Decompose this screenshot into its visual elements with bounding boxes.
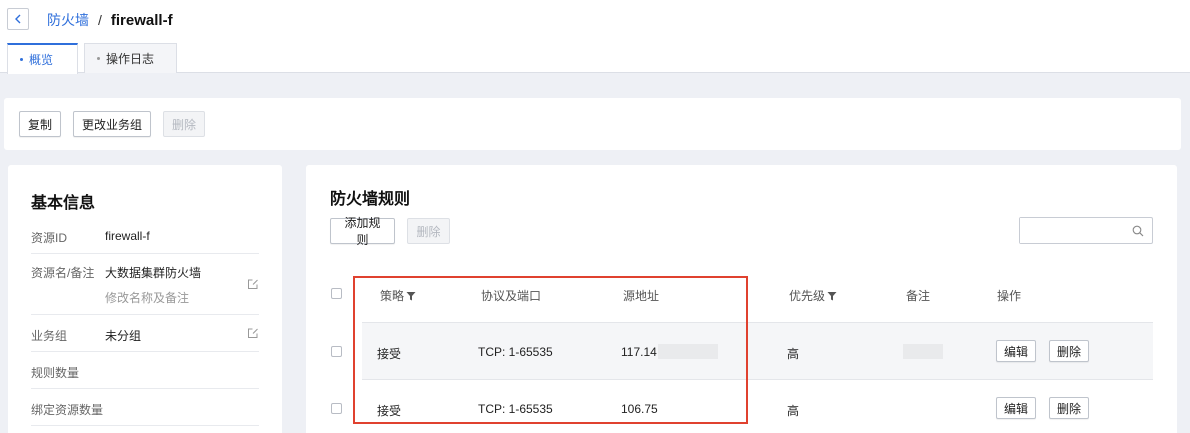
info-label: 绑定资源数量 — [31, 403, 104, 417]
column-header-priority[interactable]: 优先级 — [789, 287, 837, 304]
cell-priority: 高 — [787, 347, 800, 361]
copy-button[interactable]: 复制 — [19, 111, 61, 137]
cell-protocol: TCP: 1-65535 — [478, 345, 553, 359]
row-checkbox[interactable] — [331, 403, 342, 414]
column-header-source: 源地址 — [623, 287, 659, 304]
tab-overview-label: 概览 — [29, 53, 54, 67]
tab-dot-icon — [97, 57, 100, 60]
change-group-button[interactable]: 更改业务组 — [73, 111, 151, 137]
rules-title: 防火墙规则 — [330, 191, 411, 208]
tab-dot-icon — [20, 58, 23, 61]
rule-search-box[interactable] — [1019, 217, 1153, 244]
filter-icon[interactable] — [406, 291, 416, 301]
row-checkbox[interactable] — [331, 346, 342, 357]
breadcrumb-current: firewall-f — [110, 11, 173, 29]
back-button[interactable] — [7, 8, 29, 30]
redacted-area — [658, 344, 718, 359]
cell-protocol: TCP: 1-65535 — [478, 402, 553, 416]
info-label: 资源ID — [31, 231, 68, 245]
column-header-policy-label: 策略 — [380, 289, 405, 303]
rule-search-input[interactable] — [1020, 218, 1128, 243]
column-header-source-label: 源地址 — [623, 289, 660, 303]
filter-icon[interactable] — [827, 291, 837, 301]
column-header-protocol: 协议及端口 — [481, 287, 541, 304]
breadcrumb-firewall-link[interactable]: 防火墙 — [47, 10, 89, 30]
chevron-left-icon — [15, 14, 21, 24]
breadcrumb: 防火墙 / firewall-f — [47, 10, 173, 30]
add-rule-button[interactable]: 添加规则 — [330, 216, 395, 247]
info-row-resource-id: 资源ID firewall-f — [31, 219, 259, 254]
info-row-rule-count: 规则数量 — [31, 352, 259, 389]
edit-icon[interactable] — [247, 327, 259, 339]
select-all-checkbox[interactable] — [331, 288, 342, 299]
info-sub-hint: 修改名称及备注 — [105, 291, 190, 305]
cell-policy: 接受 — [377, 347, 402, 361]
delete-button: 删除 — [163, 111, 205, 137]
cell-source: 117.14 — [621, 345, 657, 359]
info-value: 未分组 — [105, 329, 142, 343]
cell-priority: 高 — [787, 404, 800, 418]
delete-row-button[interactable]: 删除 — [1049, 340, 1090, 362]
tab-operation-log-label: 操作日志 — [106, 52, 155, 66]
redacted-area — [903, 344, 943, 359]
edit-rule-button[interactable]: 编辑 — [996, 340, 1037, 362]
info-row-business-group: 业务组 未分组 — [31, 315, 259, 352]
info-row-resource-name: 资源名/备注 大数据集群防火墙 修改名称及备注 — [31, 254, 259, 315]
basic-info-title: 基本信息 — [31, 195, 96, 212]
info-value: 大数据集群防火墙 — [105, 266, 202, 280]
tab-operation-log[interactable]: 操作日志 — [84, 43, 177, 73]
search-icon[interactable] — [1132, 225, 1144, 237]
delete-row-button[interactable]: 删除 — [1049, 397, 1090, 419]
edit-rule-button[interactable]: 编辑 — [996, 397, 1037, 419]
basic-info-panel: 基本信息 资源ID firewall-f 资源名/备注 大数据集群防火墙 修改名… — [8, 165, 282, 433]
tab-overview[interactable]: 概览 — [7, 43, 78, 74]
top-bar: 防火墙 / firewall-f 概览 操作日志 — [0, 0, 1190, 74]
column-header-ops: 操作 — [997, 287, 1021, 304]
delete-rule-button: 删除 — [407, 218, 450, 244]
column-header-policy[interactable]: 策略 — [380, 287, 416, 304]
info-label: 规则数量 — [31, 366, 80, 380]
info-label: 业务组 — [31, 329, 68, 343]
column-header-ops-label: 操作 — [997, 289, 1022, 303]
cell-policy: 接受 — [377, 404, 402, 418]
info-row-bound-resources: 绑定资源数量 — [31, 389, 259, 426]
cell-source: 106.75 — [621, 402, 658, 416]
column-header-protocol-label: 协议及端口 — [481, 289, 542, 303]
action-toolbar: 复制 更改业务组 删除 — [4, 98, 1181, 150]
edit-icon[interactable] — [247, 278, 259, 290]
breadcrumb-separator: / — [98, 12, 102, 28]
column-header-note: 备注 — [906, 287, 930, 304]
column-header-note-label: 备注 — [906, 289, 931, 303]
info-value: firewall-f — [105, 229, 150, 243]
firewall-rules-panel: 防火墙规则 添加规则 删除 策略 协议及端口 源地址 优先级 备注 操作 接受 … — [306, 165, 1177, 433]
info-label: 资源名/备注 — [31, 266, 95, 280]
column-header-priority-label: 优先级 — [789, 289, 826, 303]
